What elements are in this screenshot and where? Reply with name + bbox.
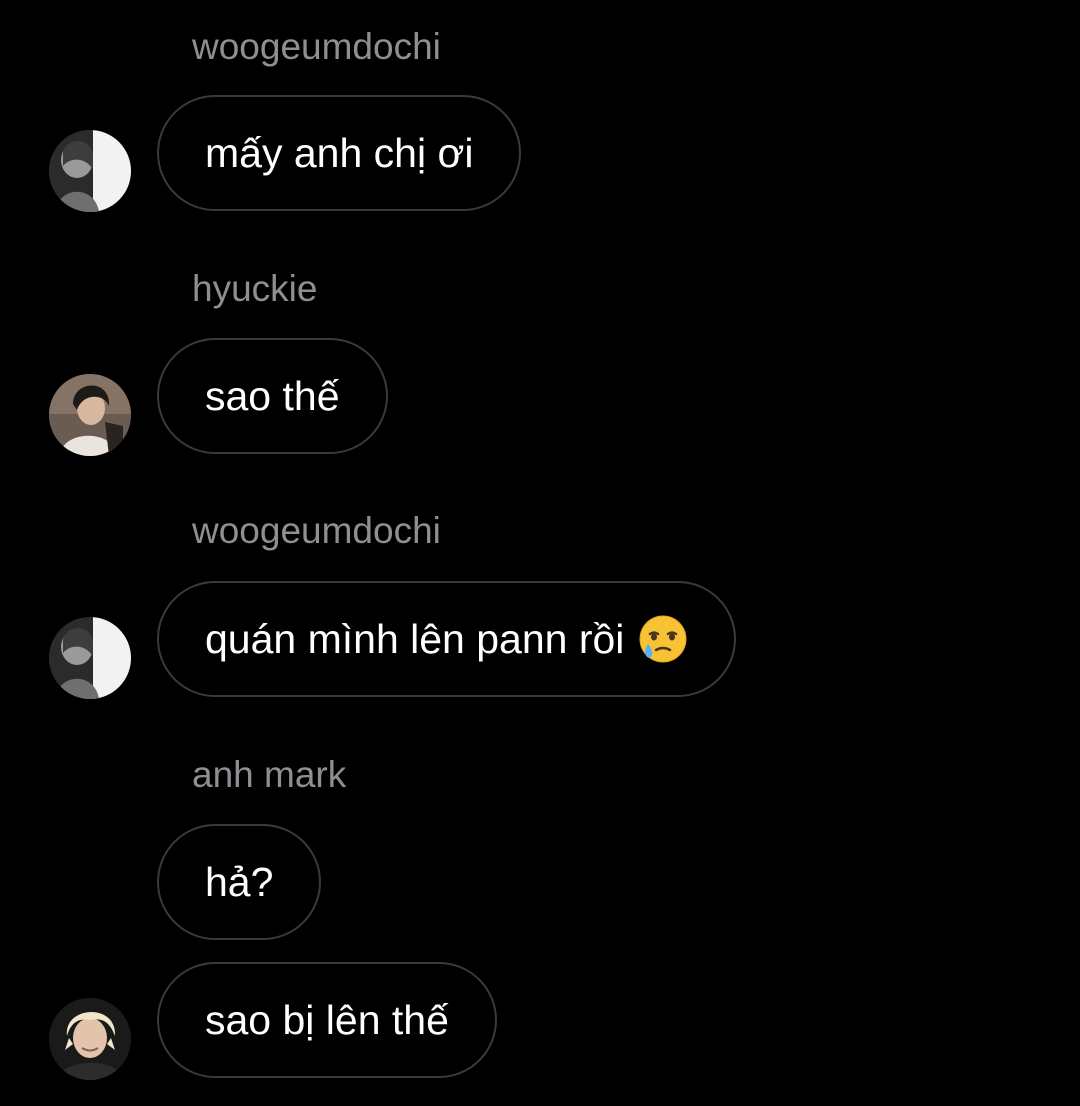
sender-name: woogeumdochi	[192, 510, 441, 551]
sender-name: anh mark	[192, 754, 347, 795]
message-text: sao thế	[205, 372, 340, 419]
grayscale-portrait-avatar-icon[interactable]	[49, 130, 131, 212]
dark-haired-portrait-avatar-icon[interactable]	[49, 374, 131, 456]
face-holding-back-tears-icon	[638, 614, 688, 664]
chat-thread: woogeumdochi mấy anh chị ơi hyuckie sao …	[0, 0, 1080, 1106]
sender-name: hyuckie	[192, 268, 318, 309]
message-text: sao bị lên thế	[205, 996, 449, 1043]
message-text: mấy anh chị ơi	[205, 129, 474, 176]
message-bubble[interactable]: quán mình lên pann rồi	[157, 581, 737, 697]
blonde-portrait-avatar-icon[interactable]	[49, 998, 131, 1080]
sender-name: woogeumdochi	[192, 26, 441, 67]
message-bubble[interactable]: sao bị lên thế	[157, 962, 497, 1078]
message-text: quán mình lên pann rồi	[205, 615, 625, 662]
message-bubble[interactable]: hả?	[157, 824, 322, 940]
grayscale-portrait-avatar-icon[interactable]	[49, 617, 131, 699]
message-bubble[interactable]: mấy anh chị ơi	[157, 95, 522, 211]
message-text: hả?	[205, 858, 274, 905]
message-bubble[interactable]: sao thế	[157, 338, 388, 454]
